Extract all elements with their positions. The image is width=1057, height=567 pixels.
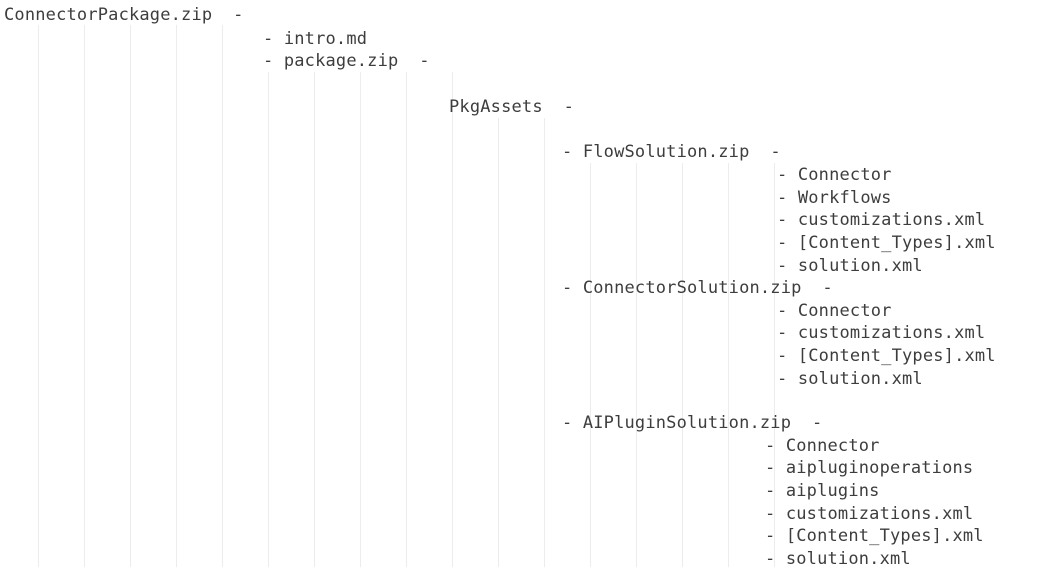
tree-node-label: customizations.xml bbox=[797, 210, 986, 230]
tree-bullet: - bbox=[777, 323, 798, 343]
tree-bullet: - bbox=[765, 436, 786, 456]
tree-node: - solution.xml bbox=[765, 548, 911, 567]
tree-node: - [Content_Types].xml bbox=[765, 525, 984, 548]
tree-bullet: - bbox=[777, 256, 798, 276]
tree-node-label: solution.xml bbox=[797, 256, 923, 276]
tree-node: - FlowSolution.zip - bbox=[562, 141, 781, 164]
tree-node-label: Workflows bbox=[797, 188, 892, 208]
tree-node-label: [Content_Types].xml bbox=[785, 526, 984, 546]
tree-node: - ConnectorSolution.zip - bbox=[562, 277, 833, 300]
tree-expand-marker: - bbox=[801, 278, 833, 298]
tree-node-label: Connector bbox=[797, 301, 892, 321]
tree-node: - Connector bbox=[777, 164, 892, 187]
tree-bullet: - bbox=[777, 188, 798, 208]
tree-bullet: - bbox=[263, 51, 284, 71]
tree-node-label: aipluginoperations bbox=[785, 458, 974, 478]
tree-expand-marker: - bbox=[398, 51, 430, 71]
tree-node-label: PkgAssets bbox=[449, 97, 543, 117]
tree-node: - aipluginoperations bbox=[765, 457, 973, 480]
tree-bullet: - bbox=[777, 165, 798, 185]
tree-node: - intro.md bbox=[263, 28, 367, 51]
tree-node: - Connector bbox=[777, 300, 892, 323]
tree-node-label: customizations.xml bbox=[797, 323, 986, 343]
tree-bullet: - bbox=[777, 301, 798, 321]
tree-bullet: - bbox=[765, 549, 786, 567]
tree-node-label: [Content_Types].xml bbox=[797, 233, 996, 253]
tree-node-label: solution.xml bbox=[785, 549, 911, 567]
tree-node: - AIPluginSolution.zip - bbox=[562, 412, 822, 435]
tree-bullet: - bbox=[562, 413, 583, 433]
tree-bullet: - bbox=[777, 233, 798, 253]
tree-node: - Workflows bbox=[777, 187, 892, 210]
tree-bullet: - bbox=[765, 458, 786, 478]
tree-expand-marker: - bbox=[212, 5, 244, 25]
tree-node: - customizations.xml bbox=[777, 322, 985, 345]
tree-node-label: [Content_Types].xml bbox=[797, 346, 996, 366]
tree-bullet: - bbox=[562, 278, 583, 298]
tree-node-label: intro.md bbox=[283, 29, 368, 49]
tree-bullet: - bbox=[765, 504, 786, 524]
tree-node: - [Content_Types].xml bbox=[777, 345, 996, 368]
tree-node-label: ConnectorSolution.zip bbox=[582, 278, 802, 298]
tree-node-label: solution.xml bbox=[797, 369, 923, 389]
tree-node: PkgAssets - bbox=[449, 96, 574, 119]
tree-node-label: Connector bbox=[785, 436, 880, 456]
tree-node: - solution.xml bbox=[777, 368, 923, 391]
tree-node: - solution.xml bbox=[777, 255, 923, 278]
tree-node-label: ConnectorPackage.zip bbox=[4, 5, 213, 25]
tree-bullet: - bbox=[562, 142, 583, 162]
tree-node-label: customizations.xml bbox=[785, 504, 974, 524]
tree-node: - package.zip - bbox=[263, 50, 430, 73]
tree-node: - customizations.xml bbox=[777, 209, 985, 232]
tree-expand-marker: - bbox=[749, 142, 781, 162]
tree-node-label: Connector bbox=[797, 165, 892, 185]
tree-bullet: - bbox=[765, 481, 786, 501]
tree-bullet: - bbox=[777, 210, 798, 230]
tree-node-label: aiplugins bbox=[785, 481, 880, 501]
tree-node-label: AIPluginSolution.zip bbox=[582, 413, 792, 433]
tree-node-label: FlowSolution.zip bbox=[582, 142, 750, 162]
tree-node: - [Content_Types].xml bbox=[777, 232, 996, 255]
tree-expand-marker: - bbox=[791, 413, 823, 433]
tree-bullet: - bbox=[263, 29, 284, 49]
file-tree-diagram: ConnectorPackage.zip -- intro.md - packag… bbox=[0, 0, 1057, 567]
tree-node: ConnectorPackage.zip - bbox=[4, 4, 244, 27]
tree-expand-marker: - bbox=[542, 97, 574, 117]
tree-text-layer: ConnectorPackage.zip -- intro.md - packag… bbox=[0, 0, 1057, 567]
tree-node-label: package.zip bbox=[283, 51, 399, 71]
tree-node: - Connector bbox=[765, 435, 880, 458]
tree-node: - customizations.xml bbox=[765, 503, 973, 526]
tree-bullet: - bbox=[765, 526, 786, 546]
tree-node: - aiplugins bbox=[765, 480, 880, 503]
tree-bullet: - bbox=[777, 346, 798, 366]
tree-bullet: - bbox=[777, 369, 798, 389]
